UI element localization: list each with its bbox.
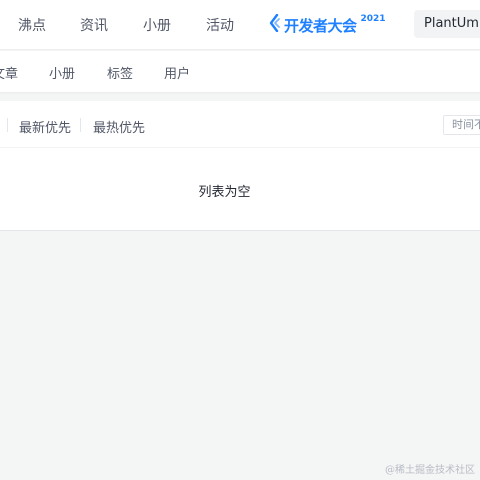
sort-divider: [80, 118, 81, 132]
developer-conference-link[interactable]: 开发者大会 2021: [268, 12, 386, 38]
conference-logo-icon: [268, 13, 282, 36]
watermark: @稀土掘金技术社区: [385, 465, 475, 476]
empty-list-message: 列表为空: [198, 185, 251, 200]
sort-newest-button[interactable]: 最新优先: [19, 117, 71, 136]
top-header: 沸点 资讯 小册 活动 开发者大会 2021 PlantUml: [0, 0, 480, 50]
time-filter-select[interactable]: 时间不限: [443, 115, 480, 135]
result-list-panel: 最新优先 最热优先 时间不限 列表为空: [0, 101, 480, 231]
sort-bar: 最新优先 最热优先 时间不限: [0, 101, 480, 148]
nav-item-events[interactable]: 活动: [206, 15, 234, 35]
nav-item-books[interactable]: 小册: [143, 15, 171, 35]
search-input[interactable]: PlantUml: [414, 10, 480, 38]
tab-users[interactable]: 用户: [164, 63, 190, 82]
search-type-tabs: 文章 小册 标签 用户: [0, 51, 480, 92]
tab-books[interactable]: 小册: [49, 63, 75, 82]
sort-hottest-button[interactable]: 最热优先: [93, 117, 145, 136]
conference-title: 开发者大会: [284, 16, 357, 35]
tab-tags[interactable]: 标签: [107, 63, 133, 82]
tab-articles[interactable]: 文章: [0, 63, 18, 82]
sort-divider: [7, 118, 8, 132]
nav-item-pins[interactable]: 沸点: [18, 15, 46, 35]
nav-item-news[interactable]: 资讯: [80, 15, 108, 35]
conference-year: 2021: [360, 14, 386, 24]
